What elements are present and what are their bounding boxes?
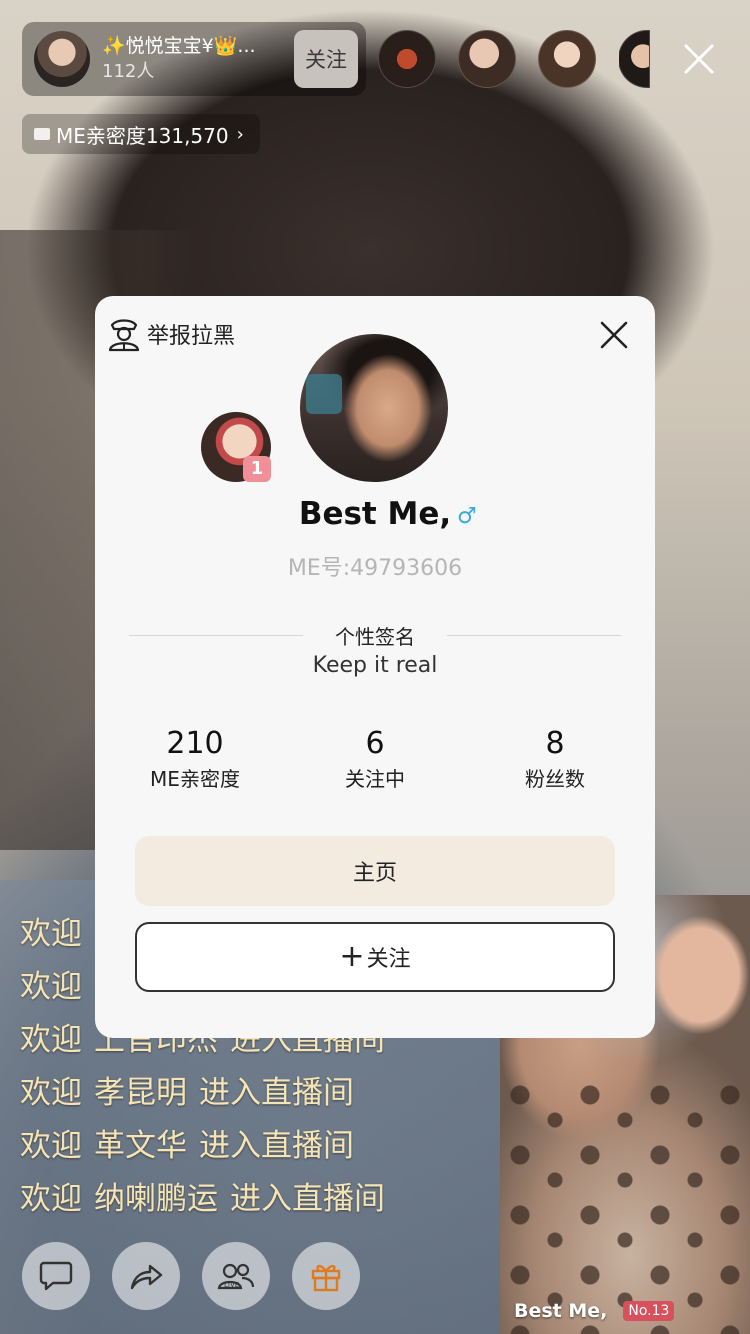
host-avatar[interactable] xyxy=(34,31,90,87)
chat-prefix: 欢迎 xyxy=(20,916,82,952)
stat-value: 210 xyxy=(166,726,224,761)
chat-message: 欢迎 纳喇鹏运 进入直播间 xyxy=(20,1173,500,1226)
profile-nickname: Best Me, xyxy=(298,496,452,532)
pk-rank-badge: No.13 xyxy=(623,1301,675,1321)
chat-suffix: 进入直播间 xyxy=(230,1181,385,1217)
signature-text: Keep it real xyxy=(312,653,438,678)
viewer-avatar[interactable] xyxy=(378,30,436,88)
follow-user-label: 关注 xyxy=(366,947,411,972)
pk-user-name: Best Me, xyxy=(514,1300,608,1322)
live-group-button[interactable]: LIVE xyxy=(202,1242,270,1310)
intimacy-pill[interactable]: ME亲密度131,570 › xyxy=(22,114,260,154)
intimacy-label: ME亲密度131,570 xyxy=(56,123,229,148)
police-icon xyxy=(108,319,140,352)
plus-icon: + xyxy=(339,939,365,974)
gift-icon xyxy=(311,1264,341,1292)
chat-bubble-icon xyxy=(39,1261,73,1291)
top-fan-rank-badge: 1 xyxy=(243,456,271,482)
share-icon xyxy=(130,1264,163,1290)
viewer-avatar[interactable] xyxy=(538,30,596,88)
chat-suffix: 进入直播间 xyxy=(199,1075,354,1111)
chat-username[interactable]: 孝昆明 xyxy=(94,1075,187,1111)
chat-prefix: 欢迎 xyxy=(20,1075,82,1111)
stat-intimacy[interactable]: 210 ME亲密度 xyxy=(105,726,285,796)
profile-card: 举报拉黑 1 Best Me, ♂ ME号:49793606 个性签名 Keep… xyxy=(95,296,655,1038)
live-group-icon: LIVE xyxy=(217,1263,255,1290)
stat-label: 粉丝数 xyxy=(525,767,585,791)
chevron-right-icon: › xyxy=(236,123,244,145)
stat-label: 关注中 xyxy=(345,767,405,791)
chat-prefix: 欢迎 xyxy=(20,1022,82,1058)
pk-video-pattern xyxy=(500,1075,750,1334)
gift-button[interactable] xyxy=(292,1242,360,1310)
host-audience-count: 112人 xyxy=(102,61,155,82)
host-name: ✨悦悦宝宝¥👑... xyxy=(102,35,256,57)
host-follow-button[interactable]: 关注 xyxy=(294,30,358,88)
stat-following[interactable]: 6 关注中 xyxy=(285,726,465,796)
stat-fans[interactable]: 8 粉丝数 xyxy=(465,726,645,796)
chat-username[interactable]: 纳喇鹏运 xyxy=(94,1181,218,1217)
report-block-label: 举报拉黑 xyxy=(147,323,236,348)
chat-message: 欢迎 孝昆明 进入直播间 xyxy=(20,1067,500,1120)
close-icon xyxy=(600,321,628,349)
card-close-button[interactable] xyxy=(599,320,629,350)
chat-prefix: 欢迎 xyxy=(20,969,82,1005)
male-gender-icon: ♂ xyxy=(457,504,477,529)
live-icon-text: LIVE xyxy=(224,1281,239,1289)
host-info-pill[interactable]: ✨悦悦宝宝¥👑... 112人 关注 xyxy=(22,22,366,96)
profile-avatar[interactable] xyxy=(300,334,448,482)
chat-prefix: 欢迎 xyxy=(20,1181,82,1217)
viewer-avatar[interactable] xyxy=(458,30,516,88)
chat-suffix: 进入直播间 xyxy=(199,1128,354,1164)
chat-message: 欢迎 革文华 进入直播间 xyxy=(20,1120,500,1173)
chat-username[interactable]: 革文华 xyxy=(94,1128,187,1164)
pk-label: Best Me, No.13 xyxy=(514,1300,675,1322)
homepage-button[interactable]: 主页 xyxy=(135,836,615,906)
stat-label: ME亲密度 xyxy=(150,767,240,791)
flag-icon xyxy=(34,128,50,140)
follow-user-button[interactable]: + 关注 xyxy=(135,922,615,992)
host-text: ✨悦悦宝宝¥👑... 112人 xyxy=(102,33,272,85)
pk-video-hand xyxy=(650,915,750,1035)
share-button[interactable] xyxy=(112,1242,180,1310)
chat-prefix: 欢迎 xyxy=(20,1128,82,1164)
stat-value: 6 xyxy=(365,726,385,761)
stat-value: 8 xyxy=(545,726,565,761)
divider xyxy=(447,635,621,636)
close-icon[interactable] xyxy=(680,40,718,78)
profile-me-id: ME号:49793606 xyxy=(287,556,463,581)
chat-button[interactable] xyxy=(22,1242,90,1310)
report-block-button[interactable]: 举报拉黑 xyxy=(107,316,235,352)
